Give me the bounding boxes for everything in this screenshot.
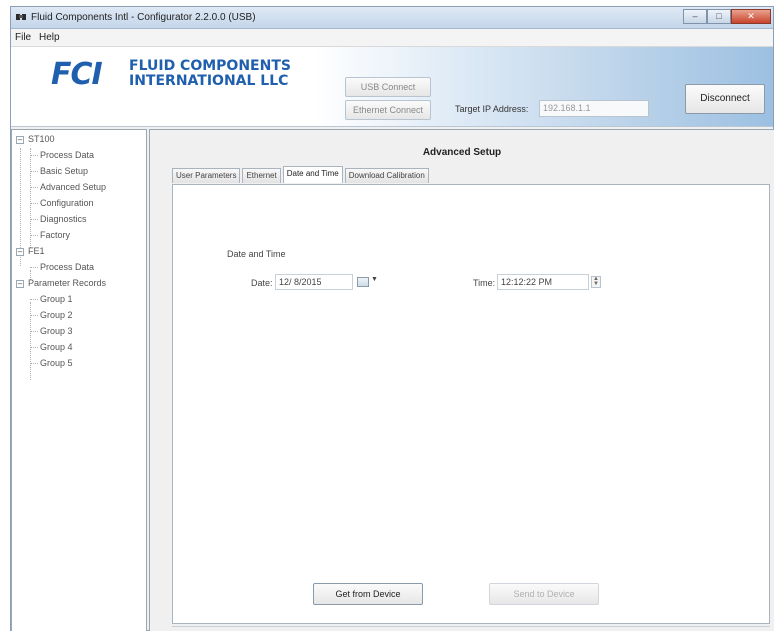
company-logo: FCI [51, 57, 103, 92]
tree-item-configuration[interactable]: Configuration [40, 198, 94, 208]
tree-line [30, 155, 38, 156]
main-content: Advanced Setup User Parameters Ethernet … [149, 129, 774, 631]
title-bar: Fluid Components Intl - Configurator 2.2… [11, 7, 773, 29]
time-label: Time: [473, 278, 496, 288]
collapse-icon[interactable]: – [16, 280, 24, 288]
tree-item-group-4[interactable]: Group 4 [40, 342, 73, 352]
tree-item-group-3[interactable]: Group 3 [40, 326, 73, 336]
date-time-panel: Date and Time Date: 12/ 8/2015 ▼ Time: 1… [172, 184, 770, 624]
navigation-tree: – ST100 Process Data Basic Setup Advance… [11, 129, 147, 631]
tab-ethernet[interactable]: Ethernet [242, 168, 281, 183]
tree-line [30, 299, 38, 300]
bottom-divider [172, 626, 770, 630]
tree-item-group-2[interactable]: Group 2 [40, 310, 73, 320]
tree-item-st100[interactable]: ST100 [28, 134, 55, 144]
date-time-group-label: Date and Time [227, 249, 286, 259]
app-icon [16, 14, 26, 20]
minimize-icon[interactable]: – [683, 9, 707, 24]
tree-item-factory[interactable]: Factory [40, 230, 70, 240]
tree-line [30, 203, 38, 204]
date-label: Date: [251, 278, 273, 288]
tab-date-and-time[interactable]: Date and Time [282, 166, 343, 183]
tree-item-advanced-setup[interactable]: Advanced Setup [40, 182, 106, 192]
target-ip-input[interactable]: 192.168.1.1 [539, 100, 649, 117]
tree-line [30, 235, 38, 236]
menu-help[interactable]: Help [39, 32, 60, 43]
disconnect-button[interactable]: Disconnect [685, 84, 765, 114]
collapse-icon[interactable]: – [16, 248, 24, 256]
tree-line [30, 187, 38, 188]
tree-line [30, 347, 38, 348]
tree-item-diagnostics[interactable]: Diagnostics [40, 214, 87, 224]
tab-download-calibration[interactable]: Download Calibration [344, 168, 429, 183]
tree-item-process-data[interactable]: Process Data [40, 150, 94, 160]
header-banner: FCI FLUID COMPONENTS INTERNATIONAL LLC U… [11, 47, 773, 127]
tree-line [30, 315, 38, 316]
menu-bar: File Help [11, 29, 773, 47]
tree-item-group-1[interactable]: Group 1 [40, 294, 73, 304]
target-ip-label: Target IP Address: [455, 104, 529, 114]
menu-file[interactable]: File [15, 32, 31, 43]
date-picker-input[interactable]: 12/ 8/2015 [275, 274, 353, 290]
tab-bar: User Parameters Ethernet Date and Time D… [172, 166, 431, 184]
tree-line [30, 219, 38, 220]
collapse-icon[interactable]: – [16, 136, 24, 144]
tree-line [30, 331, 38, 332]
tree-item-parameter-records[interactable]: Parameter Records [28, 278, 106, 288]
chevron-down-icon[interactable]: ▼ [371, 276, 378, 283]
tree-item-fe1-process-data[interactable]: Process Data [40, 262, 94, 272]
company-name: FLUID COMPONENTS INTERNATIONAL LLC [129, 59, 291, 89]
usb-connect-button[interactable]: USB Connect [345, 77, 431, 97]
page-title: Advanced Setup [422, 147, 502, 158]
window-controls: – □ ✕ [683, 9, 771, 25]
tree-line [30, 302, 31, 380]
tree-item-basic-setup[interactable]: Basic Setup [40, 166, 88, 176]
send-to-device-button[interactable]: Send to Device [489, 583, 599, 605]
tree-line [30, 148, 31, 248]
maximize-icon[interactable]: □ [707, 9, 731, 24]
time-spinner-icon[interactable]: ▲ ▼ [591, 276, 601, 288]
calendar-icon[interactable] [357, 277, 369, 287]
time-input[interactable]: 12:12:22 PM [497, 274, 589, 290]
tree-line [30, 267, 38, 268]
company-name-line2: INTERNATIONAL LLC [129, 73, 289, 89]
app-window: Fluid Components Intl - Configurator 2.2… [10, 6, 774, 631]
tree-line [30, 171, 38, 172]
get-from-device-button[interactable]: Get from Device [313, 583, 423, 605]
tab-user-parameters[interactable]: User Parameters [172, 168, 241, 183]
tree-line [30, 363, 38, 364]
company-name-line1: FLUID COMPONENTS [129, 58, 291, 74]
tree-item-fe1[interactable]: FE1 [28, 246, 45, 256]
close-icon[interactable]: ✕ [731, 9, 771, 24]
window-title: Fluid Components Intl - Configurator 2.2… [31, 12, 256, 23]
ethernet-connect-button[interactable]: Ethernet Connect [345, 100, 431, 120]
tree-item-group-5[interactable]: Group 5 [40, 358, 73, 368]
